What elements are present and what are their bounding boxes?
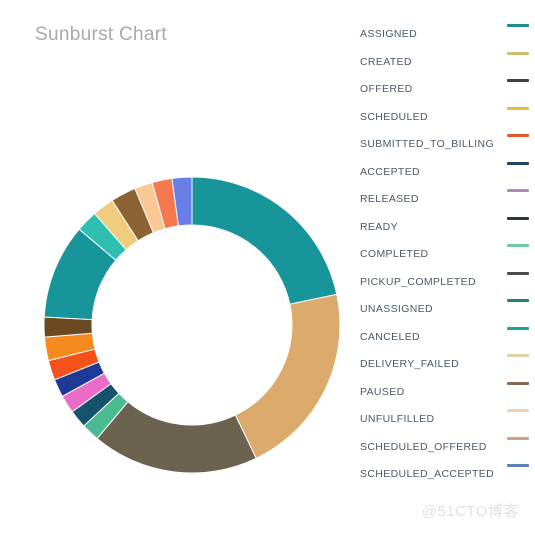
legend-swatch-icon: [507, 79, 529, 82]
legend-item-label: SCHEDULED_ACCEPTED: [360, 468, 495, 480]
legend-item-label: RELEASED: [360, 193, 419, 205]
legend-item[interactable]: UNASSIGNED: [360, 299, 535, 327]
legend-item-label: CANCELED: [360, 330, 420, 343]
donut-slice[interactable]: [191, 177, 338, 305]
legend-item-label: UNFULFILLED: [360, 413, 435, 425]
legend-item-label: COMPLETED: [360, 248, 429, 260]
legend-item-label: DELIVERY_FAILED: [360, 358, 460, 370]
legend-item[interactable]: PICKUP_COMPLETED: [360, 271, 535, 300]
legend-item[interactable]: ASSIGNED: [360, 24, 535, 52]
legend-item[interactable]: SCHEDULED_ACCEPTED: [360, 464, 535, 492]
legend-item-label: PAUSED: [360, 385, 405, 398]
legend-item[interactable]: CREATED: [360, 51, 535, 80]
legend-item[interactable]: ACCEPTED: [360, 161, 535, 190]
legend-item[interactable]: UNFULFILLED: [360, 409, 535, 437]
legend-item-label: ACCEPTED: [360, 165, 420, 178]
page-title: Sunburst Chart: [35, 24, 167, 45]
legend-item[interactable]: PAUSED: [360, 381, 535, 410]
sunburst-chart-page: Sunburst Chart ASSIGNED CREATED OFFERED SCH…: [0, 0, 535, 535]
legend-swatch-icon: [507, 216, 529, 220]
legend-item[interactable]: SCHEDULED: [360, 106, 535, 135]
legend-item[interactable]: COMPLETED: [360, 244, 535, 272]
legend-item-label: ASSIGNED: [360, 28, 418, 40]
watermark: @51CTO博客: [421, 503, 519, 520]
donut-slice[interactable]: [96, 401, 257, 473]
legend-swatch-icon: [507, 436, 529, 440]
legend-swatch-icon: [507, 106, 529, 110]
legend-item-label: READY: [360, 220, 398, 233]
legend-swatch-icon: [507, 326, 529, 330]
legend-item-label: CREATED: [360, 55, 412, 68]
legend-swatch-icon: [507, 244, 529, 247]
legend-item-label: UNASSIGNED: [360, 303, 433, 315]
legend-swatch-icon: [507, 271, 529, 275]
chart-legend: ASSIGNED CREATED OFFERED SCHEDULED SUBMITTED…: [360, 24, 535, 492]
legend-swatch-icon: [507, 161, 529, 165]
donut-chart[interactable]: [44, 177, 340, 473]
legend-item[interactable]: OFFERED: [360, 79, 535, 107]
legend-item-label: SCHEDULED: [360, 110, 428, 123]
legend-item[interactable]: CANCELED: [360, 326, 535, 355]
legend-item[interactable]: DELIVERY_FAILED: [360, 354, 535, 382]
legend-item-label: OFFERED: [360, 83, 413, 95]
legend-swatch-icon: [507, 381, 529, 385]
legend-item[interactable]: SUBMITTED_TO_BILLING: [360, 134, 535, 162]
donut-slice[interactable]: [234, 293, 340, 460]
legend-swatch-icon: [507, 134, 529, 137]
legend-item-label: PICKUP_COMPLETED: [360, 275, 476, 288]
legend-swatch-icon: [507, 24, 529, 27]
legend-item[interactable]: SCHEDULED_OFFERED: [360, 436, 535, 465]
legend-swatch-icon: [507, 354, 529, 357]
legend-swatch-icon: [507, 189, 529, 192]
legend-item-label: SCHEDULED_OFFERED: [360, 440, 487, 453]
legend-item-label: SUBMITTED_TO_BILLING: [360, 138, 495, 150]
legend-swatch-icon: [507, 464, 529, 467]
donut-slice[interactable]: [44, 316, 93, 338]
legend-item[interactable]: RELEASED: [360, 189, 535, 217]
legend-swatch-icon: [507, 51, 529, 55]
legend-swatch-icon: [507, 299, 529, 302]
legend-item[interactable]: READY: [360, 216, 535, 245]
donut-chart-svg: [44, 177, 340, 473]
legend-swatch-icon: [507, 409, 529, 412]
